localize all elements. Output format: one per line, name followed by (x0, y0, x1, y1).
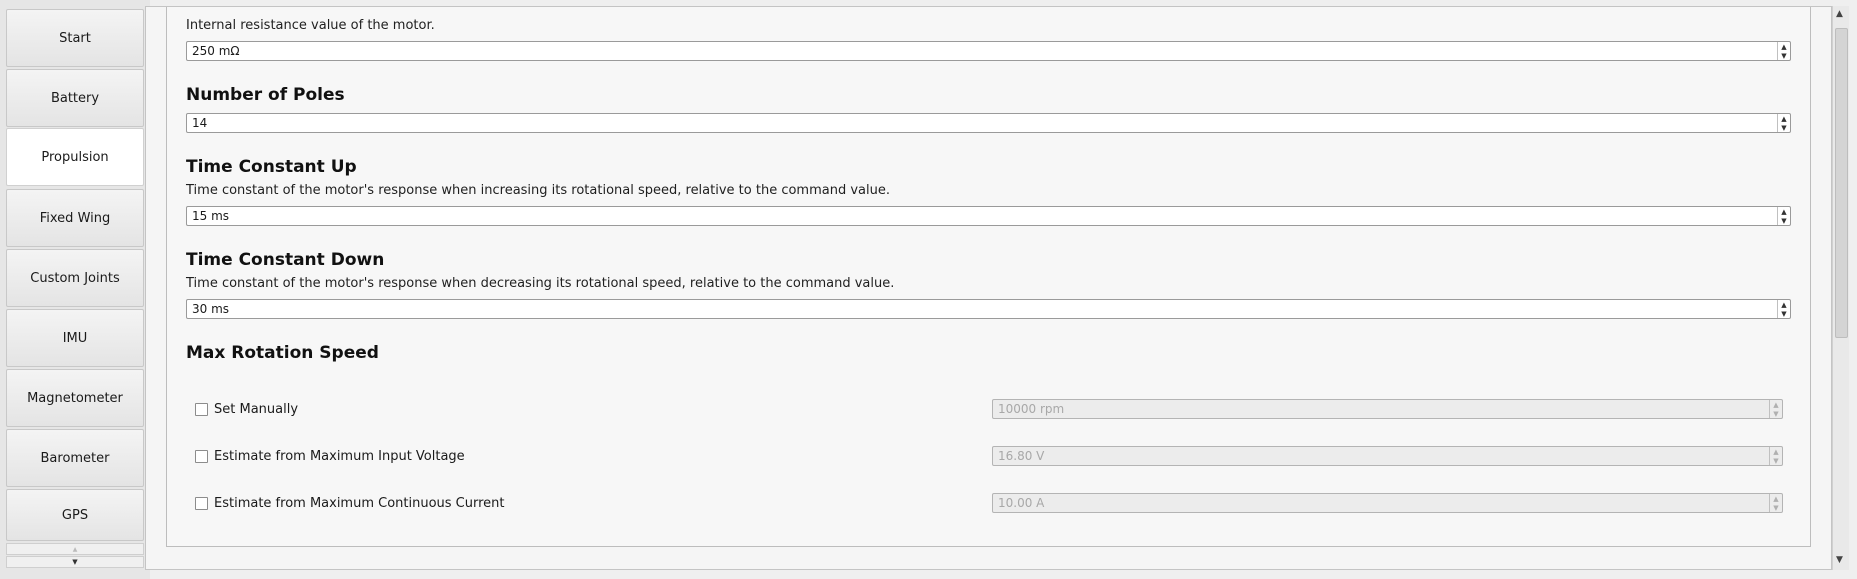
spin-arrows[interactable]: ▲ ▼ (1777, 300, 1790, 318)
spin-down-icon: ▼ (1781, 51, 1787, 60)
spin-down-icon: ▼ (1773, 409, 1779, 418)
spin-down-icon: ▼ (1781, 123, 1787, 132)
spin-up-icon: ▲ (1773, 494, 1779, 503)
set-manually-option[interactable]: Set Manually (195, 402, 298, 417)
time-up-value: 15 ms (192, 209, 230, 223)
tab-gps[interactable]: GPS (6, 489, 144, 541)
estimate-current-option[interactable]: Estimate from Maximum Continuous Current (195, 496, 505, 511)
time-up-heading: Time Constant Up (186, 157, 357, 177)
scroll-down-icon[interactable]: ▼ (1836, 555, 1843, 565)
spin-up-icon: ▲ (1773, 400, 1779, 409)
scrollbar-thumb[interactable] (1835, 28, 1848, 338)
time-up-description: Time constant of the motor's response wh… (186, 183, 890, 198)
spin-up-icon: ▲ (1781, 207, 1787, 216)
tab-magnetometer[interactable]: Magnetometer (6, 369, 144, 427)
max-current-value: 10.00 A (998, 496, 1045, 510)
estimate-voltage-checkbox[interactable] (195, 450, 208, 463)
spin-arrows: ▲ ▼ (1769, 447, 1782, 465)
tab-battery[interactable]: Battery (6, 69, 144, 127)
spin-arrows: ▲ ▼ (1769, 400, 1782, 418)
spin-down-icon: ▼ (1773, 456, 1779, 465)
time-down-spinbox[interactable]: 30 ms ▲ ▼ (186, 299, 1791, 319)
spin-arrows: ▲ ▼ (1769, 494, 1782, 512)
tab-custom-joints[interactable]: Custom Joints (6, 249, 144, 307)
time-up-spinbox[interactable]: 15 ms ▲ ▼ (186, 206, 1791, 226)
max-voltage-spinbox: 16.80 V ▲ ▼ (992, 446, 1783, 466)
estimate-voltage-label: Estimate from Maximum Input Voltage (214, 449, 465, 464)
spin-up-icon: ▲ (1773, 447, 1779, 456)
max-current-spinbox: 10.00 A ▲ ▼ (992, 493, 1783, 513)
max-rotation-heading: Max Rotation Speed (186, 343, 379, 363)
set-manually-checkbox[interactable] (195, 403, 208, 416)
tab-start[interactable]: Start (6, 9, 144, 67)
resistance-value: 250 mΩ (192, 44, 240, 58)
spin-arrows[interactable]: ▲ ▼ (1777, 42, 1790, 60)
resistance-description: Internal resistance value of the motor. (186, 18, 435, 33)
spin-down-icon: ▼ (1781, 216, 1787, 225)
spin-up-icon: ▲ (1781, 42, 1787, 51)
estimate-voltage-option[interactable]: Estimate from Maximum Input Voltage (195, 449, 465, 464)
scroll-up-icon[interactable]: ▲ (1836, 9, 1843, 19)
manual-rpm-spinbox: 10000 rpm ▲ ▼ (992, 399, 1783, 419)
resistance-spinbox[interactable]: 250 mΩ ▲ ▼ (186, 41, 1791, 61)
manual-rpm-value: 10000 rpm (998, 402, 1065, 416)
spin-up-icon: ▲ (1781, 114, 1787, 123)
time-down-description: Time constant of the motor's response wh… (186, 276, 895, 291)
max-voltage-value: 16.80 V (998, 449, 1045, 463)
tab-barometer[interactable]: Barometer (6, 429, 144, 487)
spin-arrows[interactable]: ▲ ▼ (1777, 114, 1790, 132)
estimate-current-label: Estimate from Maximum Continuous Current (214, 496, 505, 511)
chevron-up-icon: ▲ (72, 545, 78, 553)
spin-down-icon: ▼ (1773, 503, 1779, 512)
sidebar: Start Battery Propulsion Fixed Wing Cust… (0, 0, 150, 579)
set-manually-label: Set Manually (214, 402, 299, 417)
time-down-heading: Time Constant Down (186, 250, 385, 270)
tab-scroll-down-button[interactable]: ▼ (6, 556, 144, 568)
chevron-down-icon: ▼ (72, 558, 78, 566)
time-down-value: 30 ms (192, 302, 230, 316)
tab-imu[interactable]: IMU (6, 309, 144, 367)
tab-propulsion[interactable]: Propulsion (6, 128, 144, 186)
spin-down-icon: ▼ (1781, 309, 1787, 318)
vertical-scrollbar[interactable]: ▲ ▼ (1832, 6, 1849, 570)
tab-scroll-up-button[interactable]: ▲ (6, 543, 144, 555)
spin-up-icon: ▲ (1781, 300, 1787, 309)
tab-fixed-wing[interactable]: Fixed Wing (6, 189, 144, 247)
spin-arrows[interactable]: ▲ ▼ (1777, 207, 1790, 225)
poles-value: 14 (192, 116, 208, 130)
estimate-current-checkbox[interactable] (195, 497, 208, 510)
poles-heading: Number of Poles (186, 85, 345, 105)
poles-spinbox[interactable]: 14 ▲ ▼ (186, 113, 1791, 133)
